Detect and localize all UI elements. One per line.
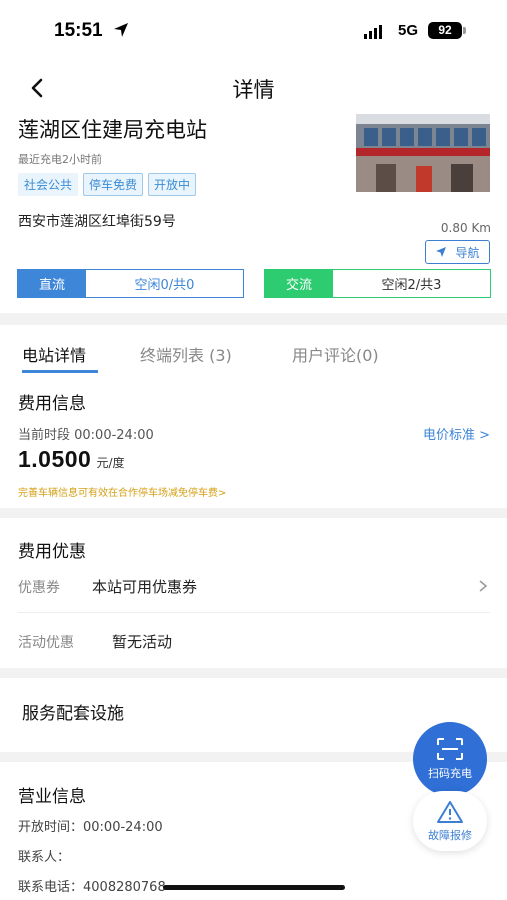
current-time-period: 当前时段 00:00-24:00 [18, 428, 154, 443]
battery-icon: 92 [428, 22, 462, 39]
dc-type-label: 直流 [18, 270, 86, 297]
detail-tabs: 电站详情 终端列表 (3) 用户评论(0) [0, 338, 507, 373]
warning-icon [437, 800, 463, 823]
signal-icon [364, 25, 382, 39]
opening-hours: 开放时间：00:00-24:00 [18, 820, 163, 835]
tab-user-reviews[interactable]: 用户评论(0) [292, 342, 379, 366]
station-name: 莲湖区住建局充电站 [18, 118, 207, 142]
chevron-right-icon[interactable] [477, 580, 489, 592]
navigate-label: 导航 [455, 245, 480, 260]
tab-terminal-list[interactable]: 终端列表 (3) [140, 342, 232, 366]
report-fault-button[interactable]: 故障报修 [413, 791, 487, 851]
activity-value: 暂无活动 [112, 633, 173, 651]
network-label: 5G [398, 22, 419, 39]
station-address: 西安市莲湖区红埠街59号 [18, 214, 176, 230]
dc-availability: 空闲0/共0 [86, 270, 243, 297]
price-value: 1.0500 [18, 446, 92, 472]
battery-tip [463, 27, 466, 34]
coupon-value[interactable]: 本站可用优惠券 [92, 576, 197, 597]
station-distance: 0.80 Km [440, 221, 491, 235]
tab-station-details[interactable]: 电站详情 [22, 342, 86, 366]
navigate-icon [436, 247, 447, 257]
vehicle-info-promo[interactable]: 完善车辆信息可有效在合作停车场减免停车费> [18, 484, 226, 499]
activity-label: 活动优惠 [18, 635, 74, 651]
active-tab-indicator [22, 370, 98, 373]
section-divider [0, 313, 507, 325]
contact-phone[interactable]: 联系电话：4008280768 [18, 876, 166, 895]
dc-port-status[interactable]: 直流 空闲0/共0 [17, 269, 244, 298]
section-divider [0, 668, 507, 678]
page-title: 详情 [232, 78, 275, 102]
location-arrow-icon [114, 23, 128, 37]
scan-charge-label: 扫码充电 [428, 767, 472, 780]
price-display: 1.0500 元/度 [18, 446, 125, 473]
discount-section-title: 费用优惠 [18, 542, 86, 562]
ac-port-status[interactable]: 交流 空闲2/共3 [264, 269, 491, 298]
ac-availability: 空闲2/共3 [333, 270, 490, 297]
row-separator [18, 612, 490, 613]
scan-charge-button[interactable]: 扫码充电 [413, 722, 487, 796]
section-divider [0, 508, 507, 518]
tag-open: 开放中 [148, 173, 197, 196]
status-time: 15:51 [54, 20, 103, 41]
fee-section-title: 费用信息 [18, 394, 86, 414]
coupon-label: 优惠券 [18, 580, 60, 596]
navigate-button[interactable]: 导航 [425, 240, 490, 264]
price-standard-link[interactable]: 电价标准 > [423, 424, 490, 443]
station-photo[interactable] [356, 114, 490, 192]
facilities-section-title: 服务配套设施 [22, 704, 124, 724]
tag-free-parking: 停车免费 [83, 173, 144, 196]
price-unit: 元/度 [96, 456, 125, 470]
last-charge-time: 最近充电2小时前 [18, 153, 102, 166]
status-bar: 15:51 5G 92 [0, 0, 507, 60]
business-section-title: 营业信息 [18, 787, 86, 807]
ac-type-label: 交流 [265, 270, 333, 297]
home-indicator [163, 885, 345, 890]
contact-person: 联系人： [18, 850, 71, 865]
report-fault-label: 故障报修 [428, 828, 472, 842]
station-tags: 社会公共 停车免费 开放中 [18, 173, 197, 196]
tag-public: 社会公共 [18, 173, 79, 196]
scan-icon [437, 738, 463, 760]
